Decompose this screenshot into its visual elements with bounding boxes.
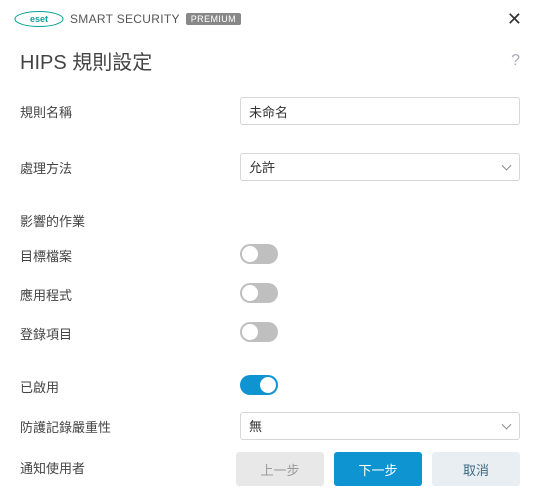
registry-label: 登錄項目 — [20, 324, 240, 343]
back-button[interactable]: 上一步 — [236, 452, 324, 486]
edition-badge: PREMIUM — [186, 13, 241, 25]
action-label: 處理方法 — [20, 158, 240, 177]
svg-text:eset: eset — [30, 14, 48, 24]
rule-name-input[interactable] — [240, 97, 520, 125]
eset-logo-icon: eset — [14, 11, 64, 27]
close-icon[interactable]: ✕ — [503, 8, 526, 30]
rule-name-label: 規則名稱 — [20, 102, 240, 121]
next-button[interactable]: 下一步 — [334, 452, 422, 486]
affects-section-label: 影響的作業 — [20, 211, 240, 230]
severity-label: 防護記錄嚴重性 — [20, 417, 240, 436]
applications-label: 應用程式 — [20, 285, 240, 304]
cancel-button[interactable]: 取消 — [432, 452, 520, 486]
help-icon[interactable]: ? — [511, 52, 520, 70]
product-name: SMART SECURITY — [70, 12, 180, 26]
action-select[interactable]: 允許 — [240, 153, 520, 181]
target-files-label: 目標檔案 — [20, 246, 240, 265]
applications-toggle[interactable] — [240, 283, 278, 303]
brand: eset SMART SECURITY PREMIUM — [14, 11, 241, 27]
registry-toggle[interactable] — [240, 322, 278, 342]
page-title: HIPS 規則設定 — [20, 46, 152, 75]
enabled-toggle[interactable] — [240, 375, 278, 395]
target-files-toggle[interactable] — [240, 244, 278, 264]
enabled-label: 已啟用 — [20, 377, 240, 396]
severity-select[interactable]: 無 — [240, 412, 520, 440]
